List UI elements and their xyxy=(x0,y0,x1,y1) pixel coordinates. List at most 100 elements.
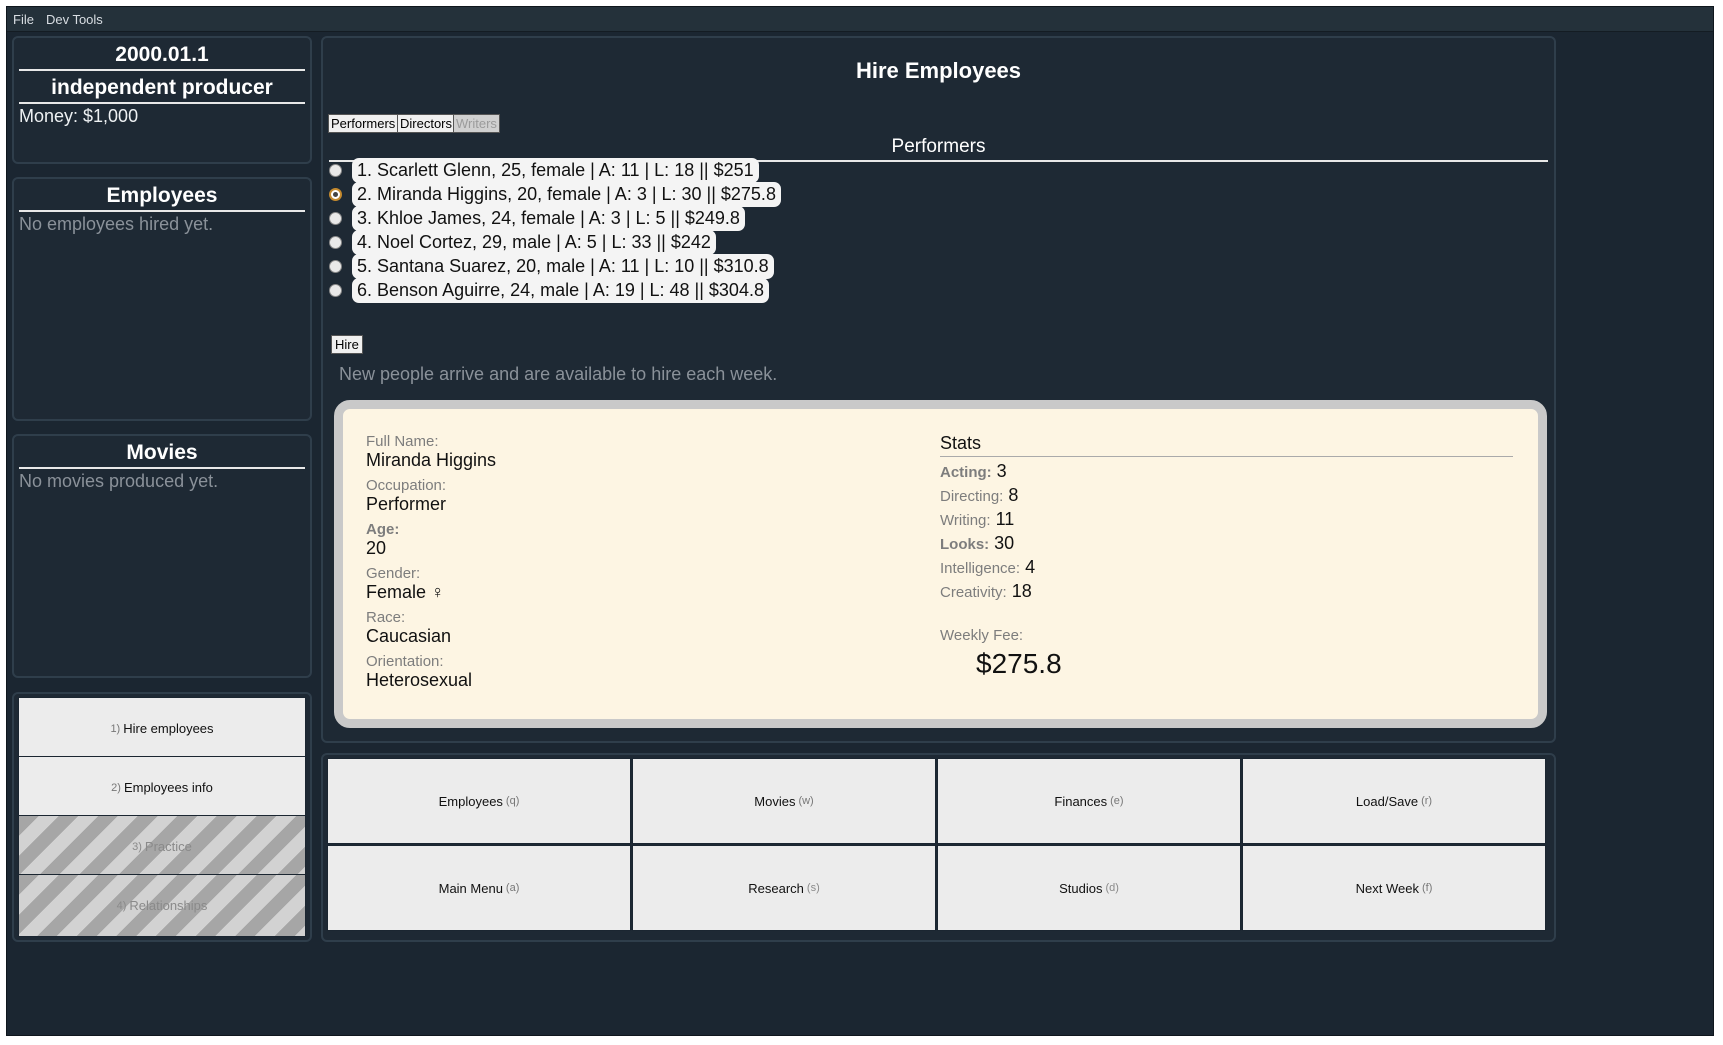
nav-next-week-button[interactable]: Next Week (f) xyxy=(1242,845,1546,931)
candidate-radio[interactable] xyxy=(329,211,342,225)
nav-finances-button[interactable]: Finances (e) xyxy=(937,758,1241,844)
tab-directors[interactable]: Directors xyxy=(397,114,456,133)
side-actions-panel: 1) Hire employees 2) Employees info 3) P… xyxy=(12,692,312,942)
tab-writers[interactable]: Writers xyxy=(453,114,500,133)
employees-info-button[interactable]: 2) Employees info xyxy=(18,756,306,819)
nav-label: Research xyxy=(748,880,804,896)
candidate-row: 5. Santana Suarez, 20, male | A: 11 | L:… xyxy=(329,253,774,279)
shortcut-key: 4) xyxy=(116,899,127,912)
nav-research-button[interactable]: Research (s) xyxy=(632,845,936,931)
stat-label: Intelligence: xyxy=(940,560,1021,577)
stat-value: 30 xyxy=(994,533,1015,553)
stat-acting: Acting: 3 xyxy=(940,461,1513,485)
candidate-row: 3. Khloe James, 24, female | A: 3 | L: 5… xyxy=(329,205,745,231)
candidate-radio[interactable] xyxy=(329,259,342,273)
movies-panel: Movies No movies produced yet. xyxy=(12,434,312,678)
nav-label: Studios xyxy=(1059,880,1103,896)
shortcut-key: 3) xyxy=(132,840,142,853)
relationships-button[interactable]: 4) Relationships xyxy=(18,874,306,937)
bottom-nav-panel: Employees (q) Movies (w) Finances (e) Lo… xyxy=(321,753,1556,942)
shortcut-key: (s) xyxy=(806,882,820,894)
candidate-row: 2. Miranda Higgins, 20, female | A: 3 | … xyxy=(329,181,781,207)
stat-value: 8 xyxy=(1008,485,1019,505)
candidate-row: 1. Scarlett Glenn, 25, female | A: 11 | … xyxy=(329,157,759,183)
practice-button[interactable]: 3) Practice xyxy=(18,815,306,878)
full-name-label: Full Name: xyxy=(366,433,439,450)
app-window: File Dev Tools 2000.01.1 independent pro… xyxy=(6,6,1714,1036)
orientation-value: Heterosexual xyxy=(366,670,473,690)
nav-label: Finances xyxy=(1054,793,1108,809)
stat-value: 18 xyxy=(1011,581,1032,601)
money-display: Money: $1,000 xyxy=(19,106,139,126)
stat-label: Acting: xyxy=(940,464,992,481)
nav-movies-button[interactable]: Movies (w) xyxy=(632,758,936,844)
detail-stats: Stats Acting: 3 Directing: 8 Writing: 11… xyxy=(940,433,1513,680)
candidate-row: 6. Benson Aguirre, 24, male | A: 19 | L:… xyxy=(329,277,769,303)
button-label: Relationships xyxy=(129,898,208,913)
shortcut-key: 1) xyxy=(110,722,121,735)
race-label: Race: xyxy=(366,609,406,626)
stat-label: Writing: xyxy=(940,512,991,529)
candidate-radio[interactable] xyxy=(329,187,342,201)
status-panel: 2000.01.1 independent producer Money: $1… xyxy=(12,36,312,164)
shortcut-key: (w) xyxy=(798,795,814,807)
stat-label: Directing: xyxy=(940,488,1004,505)
stat-writing: Writing: 11 xyxy=(940,509,1513,533)
stat-intelligence: Intelligence: 4 xyxy=(940,557,1513,581)
movies-empty-text: No movies produced yet. xyxy=(19,471,219,491)
menu-dev-tools[interactable]: Dev Tools xyxy=(46,12,103,27)
nav-studios-button[interactable]: Studios (d) xyxy=(937,845,1241,931)
menu-file[interactable]: File xyxy=(13,12,34,27)
candidate-radio[interactable] xyxy=(329,235,342,249)
weekly-info-note: New people arrive and are available to h… xyxy=(339,364,778,384)
nav-label: Load/Save xyxy=(1355,793,1419,809)
shortcut-key: (e) xyxy=(1110,795,1124,807)
shortcut-key: (r) xyxy=(1421,795,1433,807)
candidate-label[interactable]: 3. Khloe James, 24, female | A: 3 | L: 5… xyxy=(352,205,745,231)
tab-performers[interactable]: Performers xyxy=(328,114,399,133)
gender-label: Gender: xyxy=(366,565,421,582)
stat-directing: Directing: 8 xyxy=(940,485,1513,509)
employees-panel: Employees No employees hired yet. xyxy=(12,177,312,421)
employees-empty-text: No employees hired yet. xyxy=(19,214,214,234)
nav-label: Next Week xyxy=(1355,880,1419,896)
stats-title: Stats xyxy=(940,433,1513,457)
candidate-label[interactable]: 2. Miranda Higgins, 20, female | A: 3 | … xyxy=(352,181,781,207)
candidate-label[interactable]: 1. Scarlett Glenn, 25, female | A: 11 | … xyxy=(352,157,759,183)
hire-employees-button[interactable]: 1) Hire employees xyxy=(18,697,306,760)
hire-button[interactable]: Hire xyxy=(331,335,363,354)
player-title: independent producer xyxy=(19,71,305,104)
candidate-label[interactable]: 6. Benson Aguirre, 24, male | A: 19 | L:… xyxy=(352,277,769,303)
stat-value: 4 xyxy=(1025,557,1036,577)
stat-value: 3 xyxy=(996,461,1007,481)
page-title: Hire Employees xyxy=(855,58,1022,83)
occupation-value: Performer xyxy=(366,494,447,514)
stat-value: 11 xyxy=(995,509,1015,529)
age-label: Age: xyxy=(366,521,400,538)
shortcut-key: (a) xyxy=(505,882,520,894)
occupation-label: Occupation: xyxy=(366,477,447,494)
employees-title: Employees xyxy=(19,179,305,212)
nav-label: Main Menu xyxy=(438,880,503,896)
gender-value: Female ♀ xyxy=(366,582,445,602)
race-value: Caucasian xyxy=(366,626,452,646)
shortcut-key: (f) xyxy=(1421,882,1433,894)
candidate-radio[interactable] xyxy=(329,283,342,297)
candidate-radio[interactable] xyxy=(329,163,342,177)
game-date: 2000.01.1 xyxy=(19,38,305,71)
nav-load-save-button[interactable]: Load/Save (r) xyxy=(1242,758,1546,844)
button-label: Employees info xyxy=(123,780,213,795)
shortcut-key: 2) xyxy=(111,781,121,794)
stat-creativity: Creativity: 18 xyxy=(940,581,1513,605)
menu-bar: File Dev Tools xyxy=(7,7,1713,32)
nav-employees-button[interactable]: Employees (q) xyxy=(327,758,631,844)
weekly-fee-value: $275.8 xyxy=(976,648,1062,679)
stat-looks: Looks: 30 xyxy=(940,533,1513,557)
candidate-label[interactable]: 4. Noel Cortez, 29, male | A: 5 | L: 33 … xyxy=(352,229,716,255)
nav-main-menu-button[interactable]: Main Menu (a) xyxy=(327,845,631,931)
candidate-label[interactable]: 5. Santana Suarez, 20, male | A: 11 | L:… xyxy=(352,253,774,279)
nav-label: Employees xyxy=(438,793,503,809)
stat-label: Looks: xyxy=(940,536,990,553)
button-label: Practice xyxy=(144,839,192,854)
nav-label: Movies xyxy=(754,793,796,809)
